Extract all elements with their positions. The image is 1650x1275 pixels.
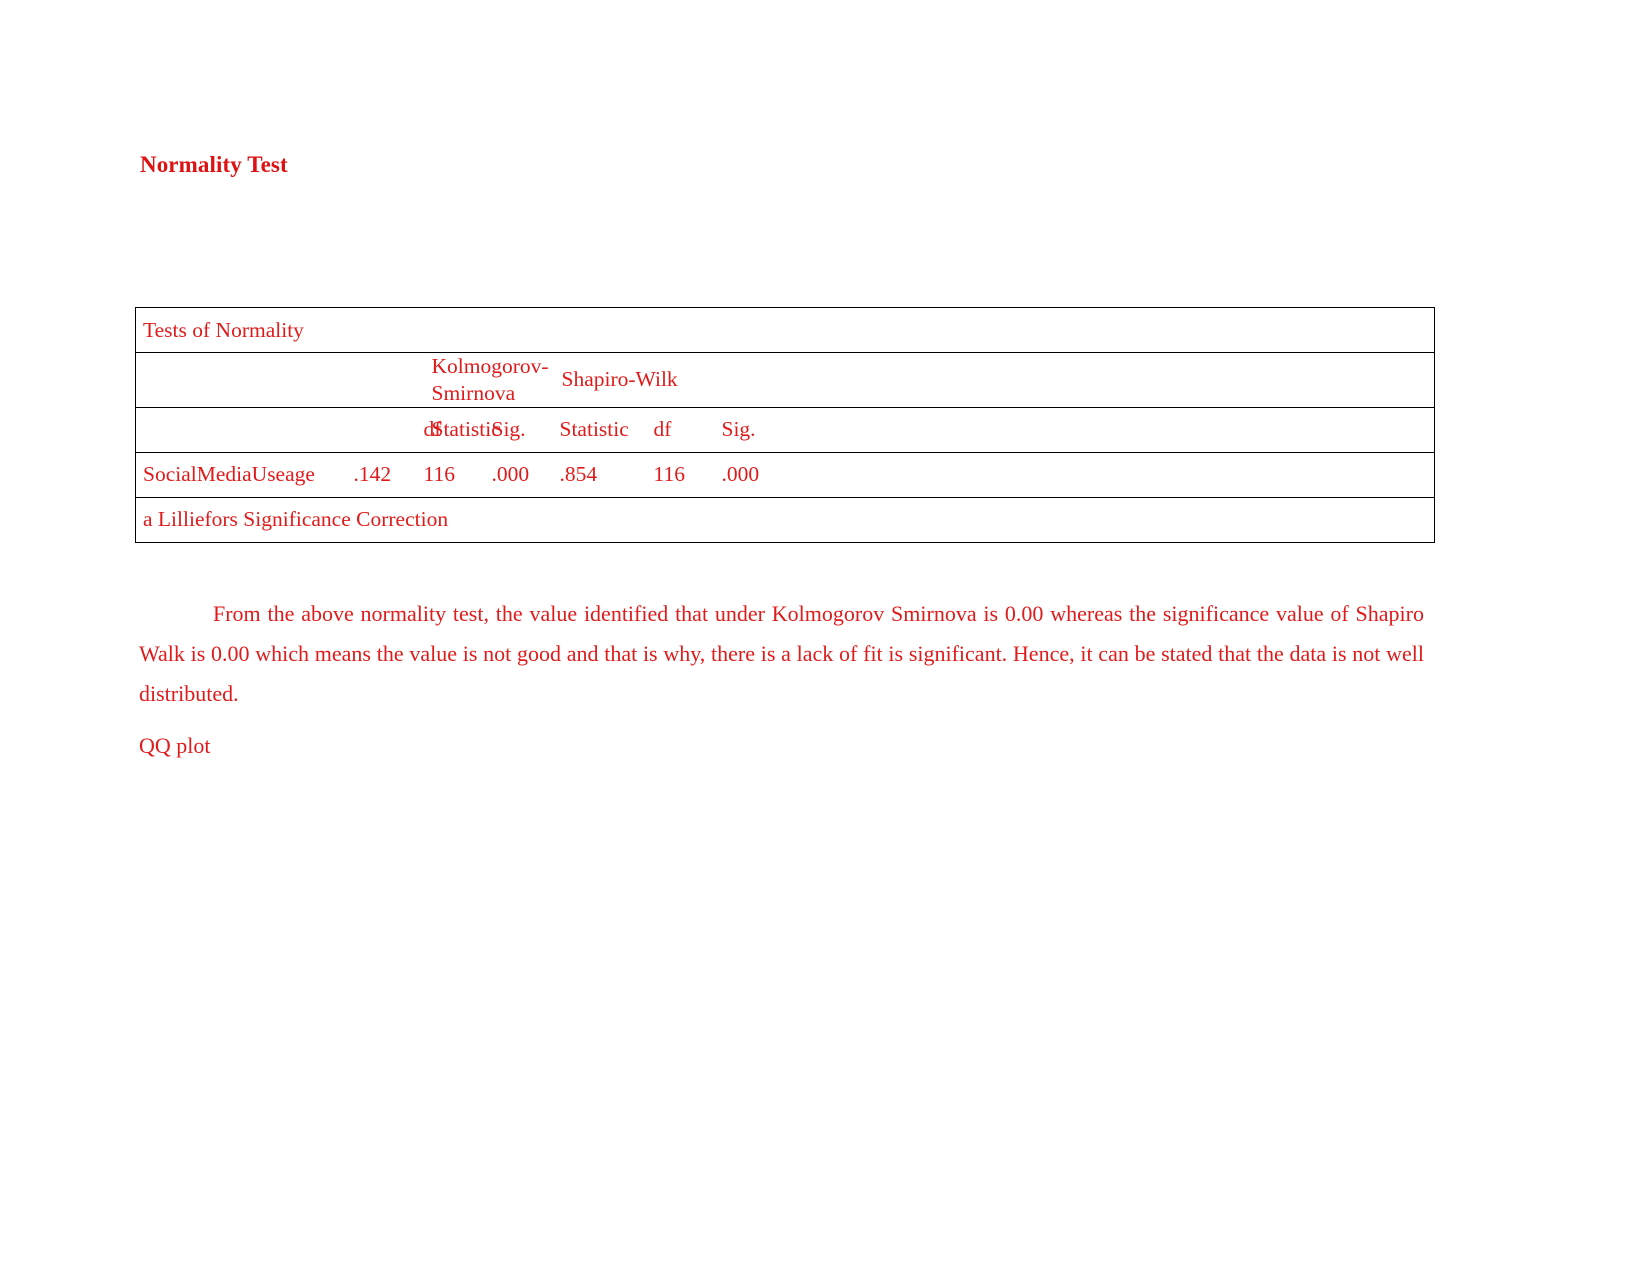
analysis-paragraph: From the above normality test, the value…	[139, 601, 1424, 706]
row-label-socialmediauseage: SocialMediaUseage	[135, 452, 354, 498]
table-footnote-row: a Lilliefors Significance Correction	[136, 497, 1435, 542]
table-footnote: a Lilliefors Significance Correction	[143, 507, 449, 532]
document-page: Normality Test Tests of Normality Kolmog…	[0, 0, 1650, 1275]
cell-sw-df: 116	[653, 452, 722, 498]
column-header-spacer	[821, 407, 1435, 453]
table-caption-row: Tests of Normality	[135, 307, 1435, 353]
tests-of-normality-table: Tests of Normality Kolmogorov-Smirnova S…	[135, 307, 1435, 543]
page-title: Normality Test	[140, 152, 288, 177]
table-group-header-row: Kolmogorov-Smirnova Shapiro-Wilk	[135, 352, 1435, 408]
column-header-ks-statistic: Statistic	[353, 407, 501, 453]
qq-plot-label: QQ plot	[139, 733, 211, 758]
column-header-blank	[135, 407, 354, 453]
cell-ks-df: 116	[423, 452, 492, 498]
column-header-sw-df: df	[653, 407, 722, 453]
column-header-ks-sig: Sig.	[491, 407, 560, 453]
table-column-header-row: Statistic df Sig. Statistic df Sig.	[135, 407, 1435, 453]
cell-ks-statistic: .142	[353, 452, 424, 498]
cell-ks-sig: .000	[491, 452, 560, 498]
group-header-blank	[135, 352, 354, 408]
cell-spacer	[821, 452, 1435, 498]
column-header-sw-sig: Sig.	[721, 407, 822, 453]
table-caption: Tests of Normality	[135, 307, 1435, 353]
group-header-shapiro-wilk: Shapiro-Wilk	[559, 352, 1435, 408]
cell-sw-statistic: .854	[559, 452, 654, 498]
group-header-kolmogorov-smirnov: Kolmogorov-Smirnova	[353, 352, 560, 408]
column-header-sw-statistic: Statistic	[559, 407, 654, 453]
table-row: SocialMediaUseage .142 116 .000 .854 116…	[135, 452, 1435, 498]
cell-sw-sig: .000	[721, 452, 822, 498]
